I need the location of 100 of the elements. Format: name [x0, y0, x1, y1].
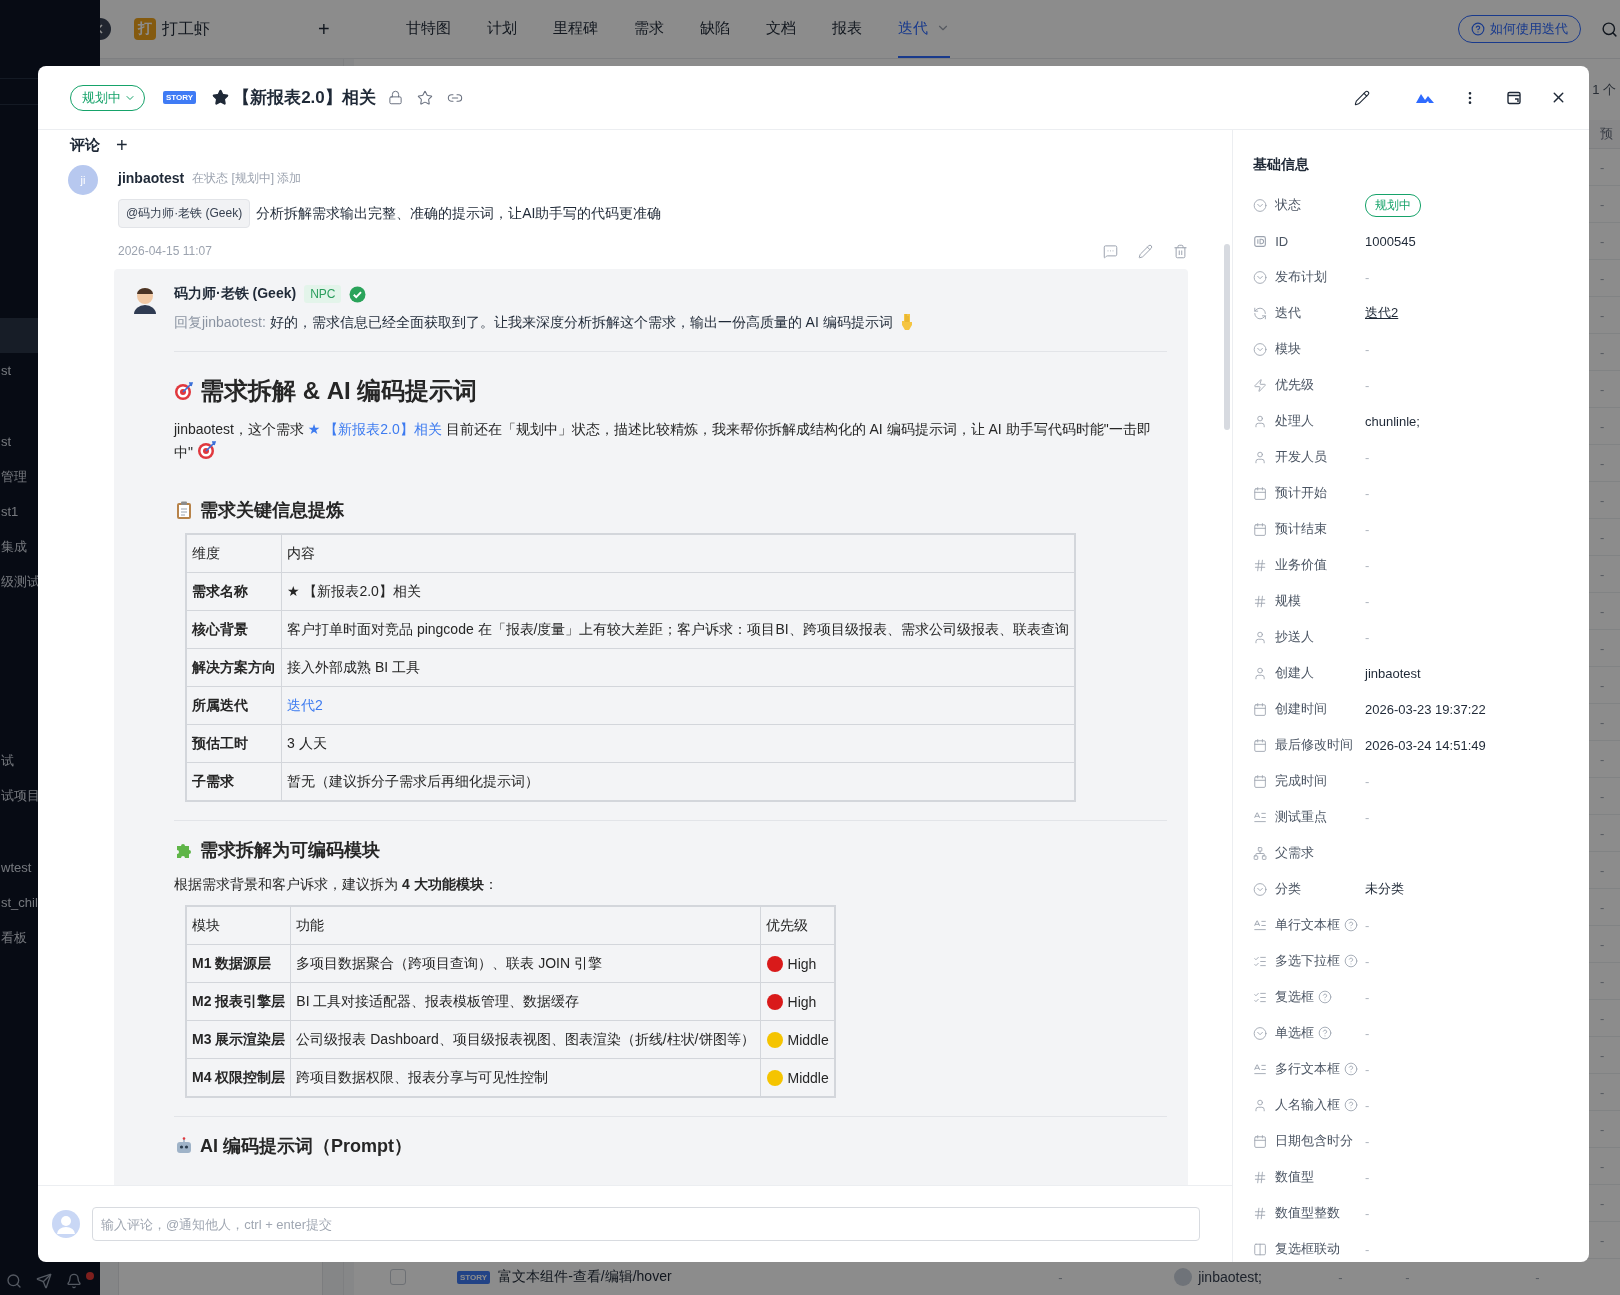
- table-cell-text: -: [1600, 973, 1606, 989]
- field-value: -: [1365, 1205, 1370, 1221]
- field-value: -: [1365, 557, 1370, 573]
- nav-tab[interactable]: 甘特图: [405, 0, 451, 58]
- table-cell-text: M3 展示渲染层: [192, 1030, 286, 1047]
- status-dropdown[interactable]: 规划中: [70, 84, 145, 111]
- app-logo: 打: [134, 18, 156, 40]
- hierarchy-icon: [1253, 845, 1268, 861]
- field-label: 发布计划: [1275, 268, 1328, 286]
- field-label: 复选框: [1275, 988, 1315, 1006]
- comment-input[interactable]: 输入评论，@通知他人，ctrl + enter提交: [92, 1207, 1200, 1241]
- field-value: -: [1365, 989, 1370, 1005]
- table-cell-text: -: [1600, 307, 1606, 323]
- lock-icon: [387, 90, 403, 105]
- calendar-icon: [1253, 485, 1268, 501]
- panel-title: 基础信息: [1253, 155, 1310, 174]
- window-button[interactable]: [1506, 89, 1522, 106]
- reply-icon[interactable]: [1103, 243, 1118, 259]
- bell-icon[interactable]: [66, 1273, 82, 1289]
- table-cell-text: -: [1600, 233, 1606, 249]
- help-icon[interactable]: [1318, 990, 1333, 1004]
- priority-dot: [765, 992, 784, 1011]
- chevron-circle-icon: [1253, 341, 1268, 357]
- table-cell-text: 多项目数据聚合（跨项目查询）、联表 JOIN 引擎: [296, 954, 602, 971]
- table-cell-text: 解决方案方向: [192, 658, 276, 675]
- field-value: -: [1365, 521, 1370, 537]
- pencil-icon: [1354, 89, 1370, 106]
- nav-tab[interactable]: 计划: [486, 0, 517, 58]
- priority-dot: [765, 1030, 784, 1049]
- field-label: 抄送人: [1275, 628, 1315, 646]
- table-cell-text: -: [1600, 714, 1606, 730]
- robot-icon: [174, 1136, 194, 1156]
- row-checkbox[interactable]: [390, 1269, 406, 1285]
- clipboard-icon: [174, 500, 194, 520]
- field-label: 预计开始: [1275, 484, 1328, 502]
- reply-author: 码力师·老铁 (Geek): [174, 285, 297, 303]
- edit-button[interactable]: [1354, 89, 1370, 106]
- field-label: 完成时间: [1275, 772, 1328, 790]
- table-cell-text: -: [1058, 1269, 1064, 1285]
- add-button[interactable]: +: [314, 17, 334, 41]
- calendar-icon: [1253, 773, 1268, 789]
- mention-tag[interactable]: @码力师·老铁 (Geek): [118, 199, 251, 228]
- chevron-circle-icon: [1253, 881, 1268, 897]
- priority-label: Middle: [787, 1031, 829, 1048]
- field-value: -: [1365, 377, 1370, 393]
- table-cell-text: -: [1600, 418, 1606, 434]
- delete-icon[interactable]: [1173, 243, 1188, 259]
- favorite-button[interactable]: [416, 89, 433, 106]
- search-icon[interactable]: [6, 1273, 22, 1289]
- calendar-icon: [1253, 701, 1268, 717]
- field-value: 2026-03-24 14:51:49: [1365, 737, 1486, 753]
- field-value: -: [1365, 953, 1370, 969]
- table-cell-text: -: [1535, 1269, 1541, 1285]
- nav-tab[interactable]: 文档: [765, 0, 796, 58]
- help-icon: [1471, 22, 1485, 36]
- table-cell-text: -: [1405, 1269, 1411, 1285]
- table-cell-text: 预估工时: [192, 734, 248, 751]
- hash-icon: [1253, 557, 1268, 573]
- help-button[interactable]: 如何使用迭代: [1458, 15, 1581, 43]
- table-cell-text: -: [1600, 1047, 1606, 1063]
- send-icon[interactable]: [36, 1273, 52, 1289]
- field-label: 测试重点: [1275, 808, 1328, 826]
- field-value: -: [1365, 629, 1370, 645]
- status-tag[interactable]: 规划中: [1365, 193, 1421, 217]
- help-icon[interactable]: [1344, 1062, 1359, 1076]
- table-cell-text: -: [1600, 381, 1606, 397]
- story-link[interactable]: ★ 【新报表2.0】相关: [307, 421, 442, 437]
- table-cell-text: -: [1600, 862, 1606, 878]
- nav-tab[interactable]: 需求: [633, 0, 664, 58]
- field-label: 分类: [1275, 880, 1302, 898]
- iteration-link[interactable]: 迭代2: [287, 696, 323, 713]
- project-name[interactable]: 打工虾: [162, 18, 210, 40]
- edit-icon[interactable]: [1138, 243, 1153, 259]
- help-icon[interactable]: [1318, 1026, 1333, 1040]
- nav-tab[interactable]: 缺陷: [699, 0, 730, 58]
- row-title[interactable]: 富文本组件-查看/编辑/hover: [498, 1268, 1059, 1286]
- field-value: -: [1365, 341, 1370, 357]
- help-icon[interactable]: [1344, 954, 1359, 968]
- field-value: -: [1365, 485, 1370, 501]
- lock-button[interactable]: [387, 90, 403, 105]
- section-heading: AI 编码提示词（Prompt）: [200, 1135, 412, 1158]
- table-cell-text: 客户打单时面对竞品 pingcode 在「报表/度量」上有较大差距；客户诉求：项目BI、跨项目级报表、需求公司级报表、联表查询: [287, 620, 1069, 637]
- field-value: -: [1365, 593, 1370, 609]
- field-label: 父需求: [1275, 844, 1315, 862]
- help-icon[interactable]: [1344, 1098, 1359, 1112]
- nav-tab[interactable]: 里程碑: [552, 0, 598, 58]
- field-label: 数值型整数: [1275, 1204, 1341, 1222]
- nav-tab[interactable]: 报表: [831, 0, 862, 58]
- table-cell-text: 暂无（建议拆分子需求后再细化提示词）: [287, 772, 539, 789]
- user-avatar: [52, 1210, 80, 1238]
- field-link[interactable]: 迭代2: [1365, 304, 1399, 322]
- add-comment-button[interactable]: +: [116, 133, 128, 157]
- field-value: 1000545: [1365, 233, 1416, 249]
- search-button[interactable]: [1601, 20, 1618, 38]
- table-cell-text: 所属迭代: [192, 696, 248, 713]
- field-label: 单行文本框: [1275, 916, 1341, 934]
- help-icon[interactable]: [1344, 918, 1359, 932]
- priority-dot: [765, 1068, 784, 1087]
- priority-label: Middle: [787, 1069, 829, 1086]
- scrollbar[interactable]: [1224, 244, 1230, 430]
